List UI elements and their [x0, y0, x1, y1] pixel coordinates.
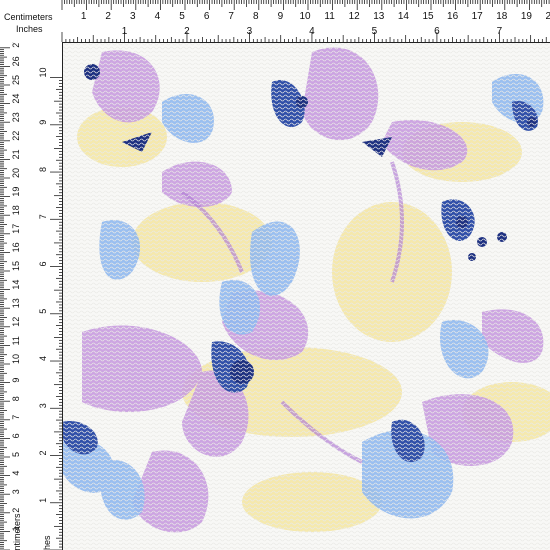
left-ruler-cm-units-label: Centimeters [12, 513, 22, 550]
left-ruler-cm-label: 14 [11, 280, 21, 290]
left-ruler-cm-label: 23 [11, 112, 21, 122]
left-ruler-inch-label: 3 [38, 403, 48, 408]
left-ruler-cm-label: 6 [11, 433, 21, 438]
floral-print-fabric-icon [62, 42, 550, 550]
left-ruler-cm-label: 16 [11, 242, 21, 252]
left-ruler-cm-label: 8 [11, 396, 21, 401]
fabric-swatch [62, 42, 550, 550]
top-ruler-cm-label: 4 [155, 11, 161, 22]
top-ruler-cm-label: 16 [447, 11, 459, 22]
top-ruler-inch-label: 1 [122, 26, 128, 37]
left-ruler-inch-label: 4 [38, 356, 48, 361]
left-ruler-inch-label: 7 [38, 214, 48, 219]
left-ruler-cm-label: 19 [11, 187, 21, 197]
left-ruler-inch-label: 1 [38, 498, 48, 503]
left-ruler-inch-label: 2 [38, 450, 48, 455]
left-ruler-cm-label: 11 [11, 336, 21, 345]
left-ruler-cm-label: 25 [11, 75, 21, 85]
left-ruler-inch-units-label: Inches [42, 535, 52, 550]
left-ruler-scale: 2726252423222120191817161514131211109876… [0, 42, 62, 550]
left-ruler-cm-label: 20 [11, 168, 21, 178]
left-ruler-cm-label: 24 [11, 94, 21, 104]
top-ruler-cm-label: 15 [422, 11, 434, 22]
top-ruler-cm-label: 3 [130, 11, 136, 22]
left-ruler-cm-label: 4 [11, 471, 21, 476]
top-ruler-cm-label: 5 [179, 11, 185, 22]
top-ruler-cm-label: 1 [81, 11, 87, 22]
left-ruler-cm-label: 3 [11, 489, 21, 494]
top-ruler-cm-label: 9 [278, 11, 284, 22]
left-ruler-cm-label: 12 [11, 317, 21, 327]
left-ruler-cm-label: 22 [11, 131, 21, 141]
left-ruler-inch-label: 5 [38, 309, 48, 314]
top-ruler-cm-label: 20 [545, 11, 550, 22]
left-ruler-cm-label: 26 [11, 56, 21, 66]
top-ruler-inch-label: 7 [497, 26, 503, 37]
top-ruler-inch-label: 3 [247, 26, 253, 37]
left-ruler-cm-label: 15 [11, 261, 21, 271]
top-ruler-cm-label: 12 [349, 11, 361, 22]
top-ruler-inch-label: 2 [184, 26, 190, 37]
top-ruler-cm-label: 13 [373, 11, 385, 22]
left-ruler-cm-label: 18 [11, 205, 21, 215]
left-ruler-cm-label: 2 [11, 508, 21, 513]
top-ruler: 1234567891011121314151617181920211234567… [0, 0, 550, 43]
left-ruler: 27 26 25 24 23 22 21 20 19 18 17 16 15 14 13 12 11 10 9 8 7 6… [0, 42, 63, 550]
left-ruler-cm-label: 10 [11, 354, 21, 364]
left-ruler-cm-label: 5 [11, 452, 21, 457]
left-ruler-cm-label: 9 [11, 378, 21, 383]
left-ruler-cm-label: 17 [11, 224, 21, 234]
top-ruler-inch-label: 6 [434, 26, 440, 37]
top-ruler-cm-label: 10 [299, 11, 311, 22]
left-ruler-cm-label: 27 [11, 42, 21, 48]
top-ruler-cm-label: 18 [496, 11, 508, 22]
left-ruler-inch-label: 9 [38, 120, 48, 125]
top-ruler-cm-label: 11 [324, 11, 335, 22]
left-ruler-inch-label: 8 [38, 167, 48, 172]
top-ruler-inch-label: 4 [309, 26, 315, 37]
top-ruler-inch-label: 5 [372, 26, 378, 37]
left-ruler-inch-label: 10 [38, 68, 48, 78]
top-ruler-cm-label: Centimeters [4, 12, 53, 22]
top-ruler-cm-label: 14 [398, 11, 410, 22]
top-ruler-cm-label: 19 [521, 11, 533, 22]
left-ruler-inch-label: 6 [38, 262, 48, 267]
top-ruler-cm-label: 7 [228, 11, 234, 22]
left-ruler-cm-label: 21 [11, 149, 21, 159]
top-ruler-cm-label: 6 [204, 11, 210, 22]
top-ruler-cm-label: 17 [472, 11, 484, 22]
top-ruler-cm-label: 8 [253, 11, 259, 22]
left-ruler-cm-label: 13 [11, 298, 21, 308]
top-ruler-scale: 1234567891011121314151617181920211234567… [61, 0, 550, 42]
top-ruler-inch-label: Inches [16, 24, 43, 34]
top-ruler-cm-label: 2 [105, 11, 111, 22]
left-ruler-cm-label: 7 [11, 415, 21, 420]
